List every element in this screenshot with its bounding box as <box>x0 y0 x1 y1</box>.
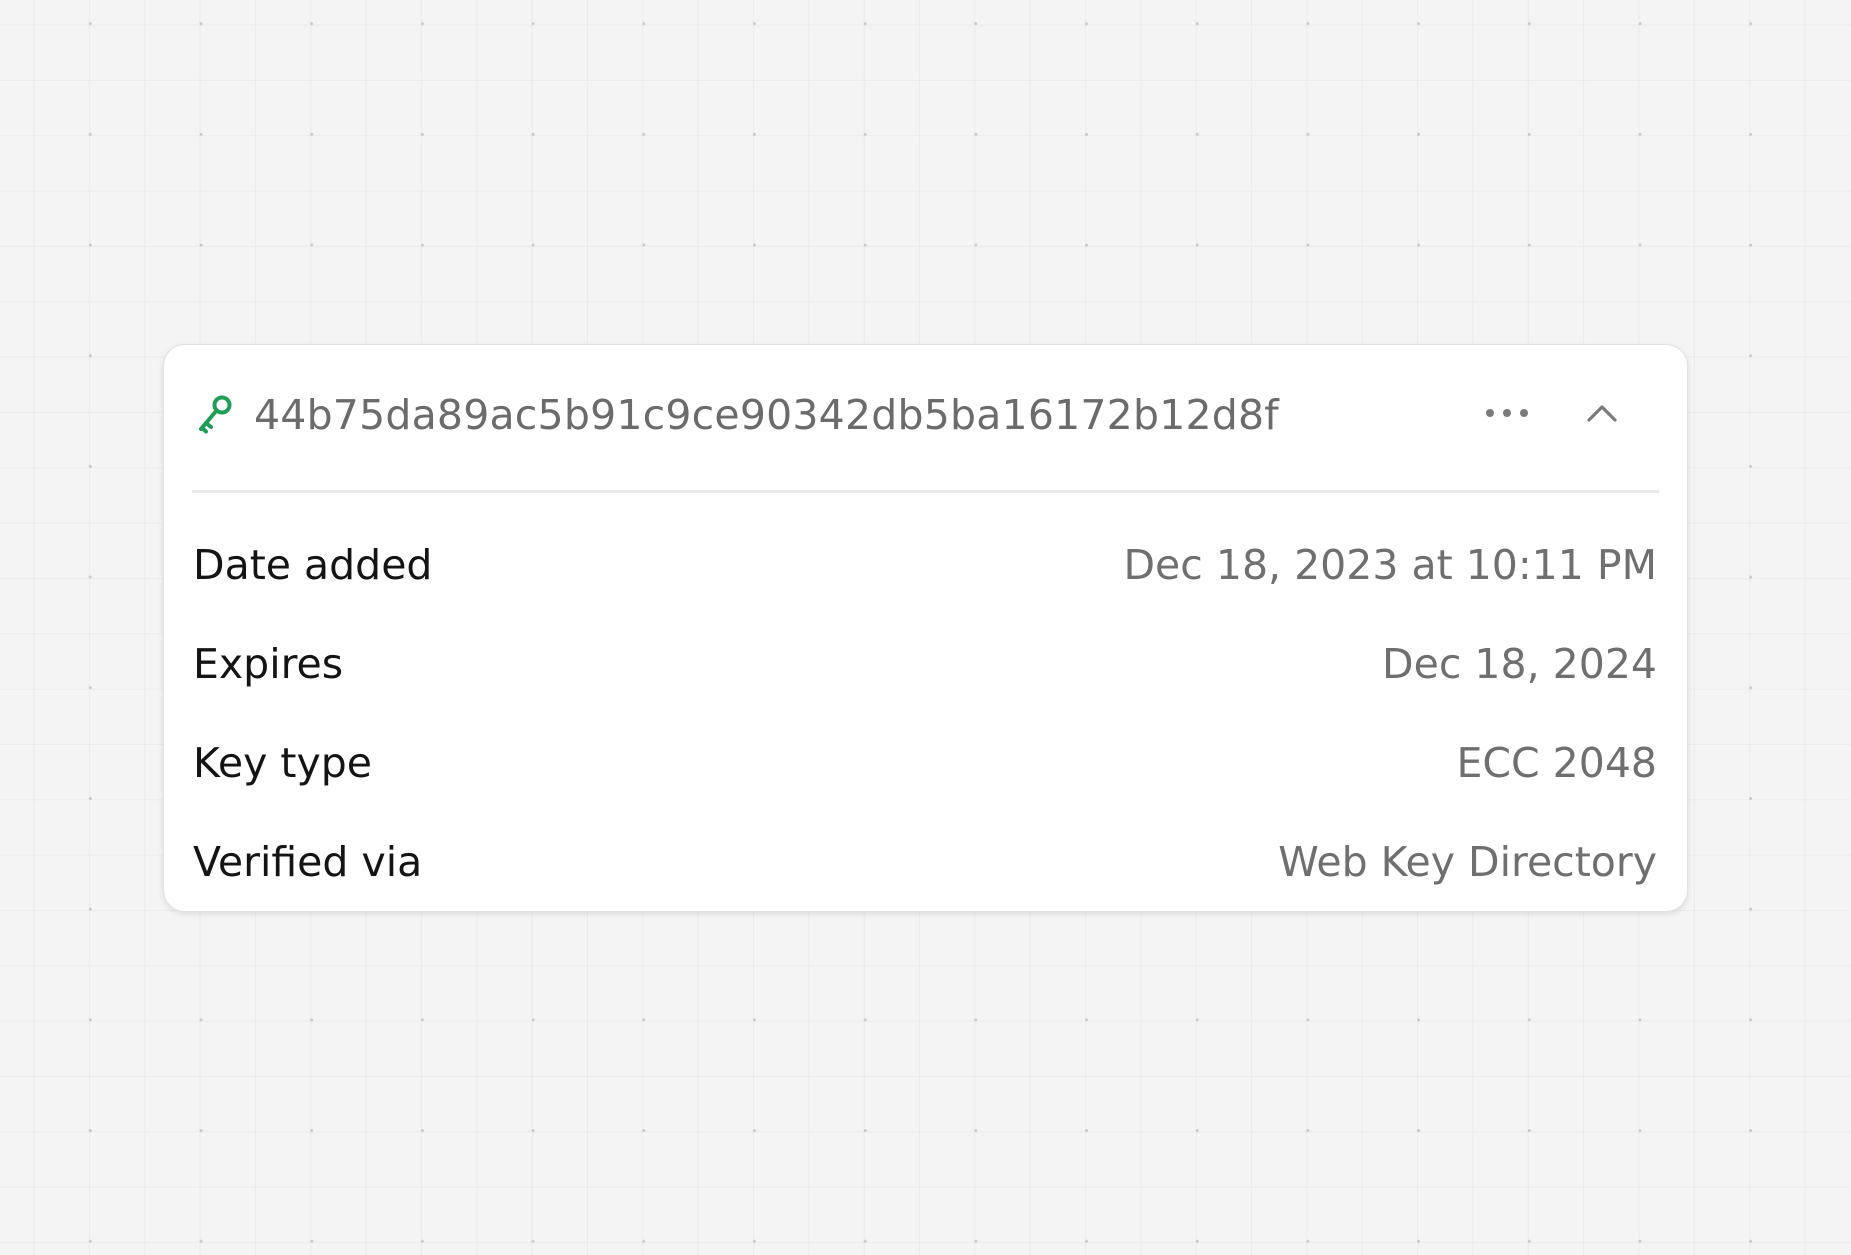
key-card: 44b75da89ac5b91c9ce90342db5ba16172b12d8f… <box>163 344 1688 912</box>
key-fingerprint: 44b75da89ac5b91c9ce90342db5ba16172b12d8f <box>254 391 1279 439</box>
detail-row-key-type: Key type ECC 2048 <box>193 735 1657 791</box>
chevron-up-icon <box>1587 405 1617 422</box>
detail-label: Key type <box>193 739 372 787</box>
detail-row-expires: Expires Dec 18, 2024 <box>193 636 1657 692</box>
detail-row-verified-via: Verified via Web Key Directory <box>193 834 1657 890</box>
key-card-header: 44b75da89ac5b91c9ce90342db5ba16172b12d8f <box>164 345 1687 492</box>
key-icon <box>199 395 232 434</box>
header-divider <box>192 490 1659 493</box>
detail-value: Dec 18, 2024 <box>1382 640 1657 688</box>
detail-label: Verified via <box>193 838 423 886</box>
detail-label: Expires <box>193 640 344 688</box>
detail-row-date-added: Date added Dec 18, 2023 at 10:11 PM <box>193 537 1657 593</box>
detail-value: Web Key Directory <box>1278 838 1657 886</box>
more-horizontal-icon <box>1486 409 1528 417</box>
collapse-button[interactable] <box>1574 387 1630 439</box>
detail-label: Date added <box>193 541 433 589</box>
detail-value: Dec 18, 2023 at 10:11 PM <box>1123 541 1657 589</box>
more-options-button[interactable] <box>1474 387 1540 439</box>
detail-value: ECC 2048 <box>1456 739 1657 787</box>
